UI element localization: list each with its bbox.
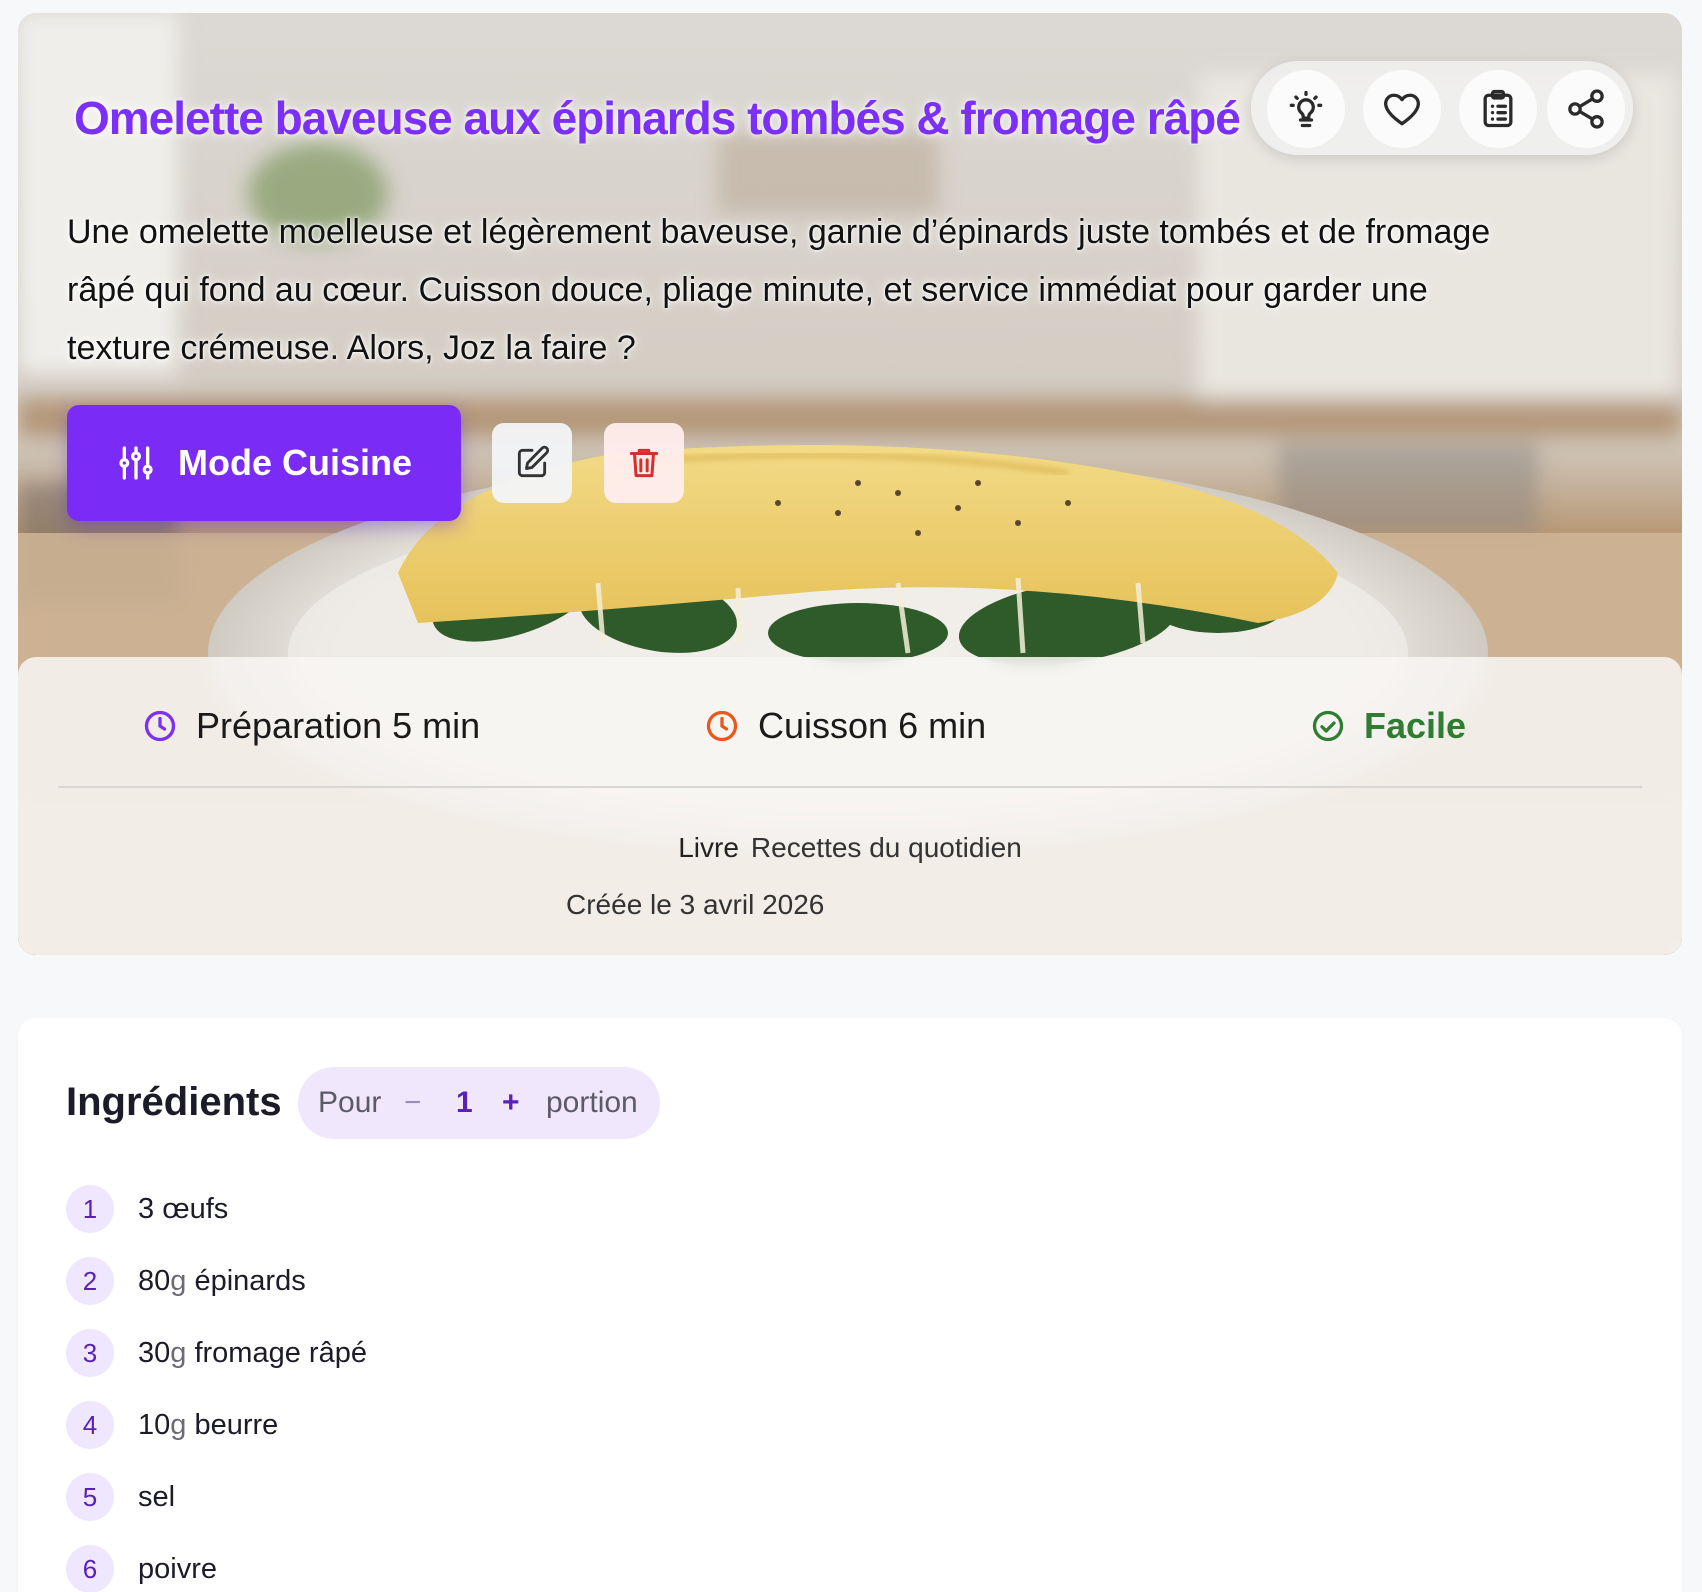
difficulty-label: Facile: [1364, 705, 1467, 746]
ingredients-list: 1 3 œufs 2 80g épinards 3 30g fromage râ…: [66, 1173, 1626, 1592]
book-info: Livre Recettes du quotidien: [18, 832, 1682, 864]
ingredient-number: 3: [66, 1329, 114, 1377]
share-icon: [1568, 89, 1604, 129]
ingredient-qty: 80: [138, 1264, 171, 1297]
ingredients-card: Ingrédients Pour − 1 + portion 1 3 œufs …: [18, 1018, 1682, 1592]
ingredient-text: 80g épinards: [138, 1265, 306, 1298]
trash-icon: [629, 448, 659, 478]
sliders-icon: [119, 446, 153, 480]
ingredient-unit: g: [170, 1408, 187, 1441]
list-item: 4 10g beurre: [66, 1389, 1626, 1461]
list-item: 6 poivre: [66, 1533, 1626, 1592]
ingredients-title: Ingrédients: [66, 1080, 282, 1124]
lightbulb-icon: [1289, 90, 1323, 128]
cook-time-label: Cuisson 6 min: [758, 705, 987, 746]
tips-button[interactable]: [1267, 70, 1345, 148]
book-label: Livre: [678, 832, 739, 863]
cook-mode-button[interactable]: Mode Cuisine: [67, 405, 461, 521]
ingredient-unit: g: [170, 1336, 187, 1369]
ingredient-text: 3 œufs: [138, 1193, 228, 1226]
favorite-button[interactable]: [1363, 70, 1441, 148]
recipe-meta-panel: Préparation 5 min Cuisson 6 min Facile L…: [18, 657, 1682, 955]
cook-mode-label: Mode Cuisine: [177, 442, 413, 483]
clock-icon: [706, 710, 738, 742]
list-item: 3 30g fromage râpé: [66, 1317, 1626, 1389]
created-date: Créée le 3 avril 2026: [566, 889, 825, 920]
ingredient-name: sel: [138, 1480, 176, 1513]
check-circle-icon: [1312, 710, 1344, 742]
ingredient-text: 10g beurre: [138, 1409, 278, 1442]
clock-icon: [144, 710, 176, 742]
ingredient-qty: 3: [138, 1192, 155, 1225]
heart-icon: [1384, 93, 1420, 126]
meta-divider: [58, 786, 1642, 788]
edit-button[interactable]: [492, 423, 572, 503]
portion-unit: portion: [546, 1086, 638, 1119]
list-item: 2 80g épinards: [66, 1245, 1626, 1317]
recipe-action-bar: [1251, 61, 1633, 155]
ingredient-text: poivre: [138, 1553, 217, 1586]
portion-prefix: Pour: [318, 1086, 382, 1119]
ingredient-name: poivre: [138, 1552, 217, 1585]
recipe-description: Une omelette moelleuse et légèrement bav…: [67, 213, 1491, 367]
ingredient-name: épinards: [186, 1264, 306, 1297]
book-name-link[interactable]: Recettes du quotidien: [751, 832, 1022, 863]
clipboard-list-icon: [1483, 89, 1513, 128]
list-item: 5 sel: [66, 1461, 1626, 1533]
ingredient-qty: 10: [138, 1408, 171, 1441]
ingredient-text: 30g fromage râpé: [138, 1337, 367, 1370]
list-item: 1 3 œufs: [66, 1173, 1626, 1245]
share-button[interactable]: [1547, 70, 1625, 148]
ingredient-number: 4: [66, 1401, 114, 1449]
ingredient-number: 5: [66, 1473, 114, 1521]
ingredient-text: sel: [138, 1481, 175, 1514]
delete-button[interactable]: [604, 423, 684, 503]
ingredient-unit: g: [170, 1264, 187, 1297]
ingredient-number: 1: [66, 1185, 114, 1233]
difficulty: Facile: [1310, 705, 1466, 747]
ingredient-number: 6: [66, 1545, 114, 1592]
portion-increase-button[interactable]: +: [502, 1086, 520, 1120]
portion-selector: Pour − 1 + portion: [298, 1067, 660, 1139]
portion-decrease-button[interactable]: −: [404, 1086, 422, 1120]
ingredient-name: beurre: [186, 1408, 279, 1441]
ingredient-name: œufs: [154, 1192, 229, 1225]
recipe-hero: Omelette baveuse aux épinards tombés & f…: [18, 13, 1682, 955]
ingredient-number: 2: [66, 1257, 114, 1305]
shopping-list-button[interactable]: [1459, 70, 1537, 148]
ingredient-qty: 30: [138, 1336, 171, 1369]
prep-time: Préparation 5 min: [142, 705, 480, 747]
cook-time: Cuisson 6 min: [704, 705, 986, 747]
portion-count: 1: [456, 1086, 473, 1119]
recipe-title: Omelette baveuse aux épinards tombés & f…: [74, 92, 1241, 144]
edit-icon: [517, 445, 550, 478]
prep-time-label: Préparation 5 min: [196, 705, 481, 746]
ingredient-name: fromage râpé: [186, 1336, 367, 1369]
